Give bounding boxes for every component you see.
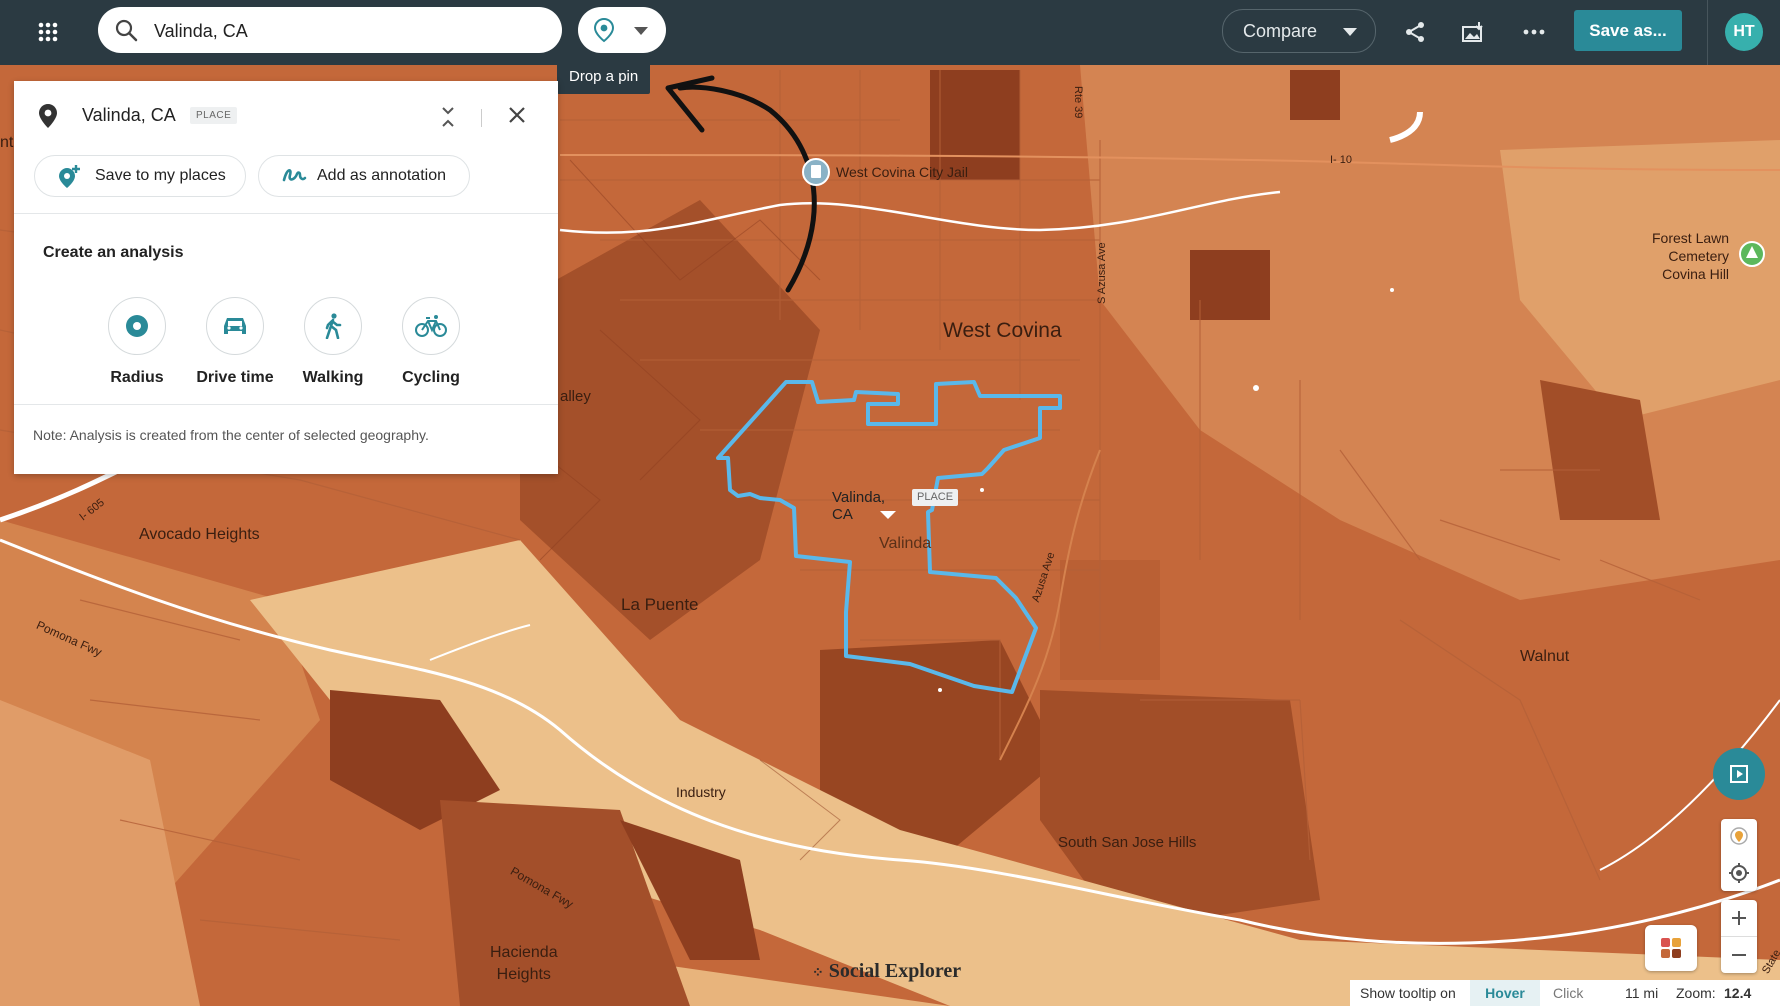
legend-button[interactable] <box>1645 925 1697 971</box>
search-box[interactable] <box>98 7 562 53</box>
place-type-badge: PLACE <box>190 107 238 124</box>
panel-divider <box>481 109 482 127</box>
save-as-button[interactable]: Save as... <box>1574 10 1682 51</box>
add-annotation-label: Add as annotation <box>317 167 446 184</box>
zoom-out-icon[interactable] <box>1721 936 1757 973</box>
social-explorer-logo: ⁘ Social Explorer <box>812 960 961 983</box>
map-label-la-puente: La Puente <box>621 595 699 614</box>
save-to-places-button[interactable]: Save to my places <box>34 155 246 197</box>
top-bar: Compare Save as... HT <box>0 0 1780 65</box>
chevron-down-icon[interactable] <box>634 27 648 35</box>
place-pin-icon <box>38 103 58 134</box>
save-to-places-label: Save to my places <box>95 167 226 184</box>
status-bar: Show tooltip on Hover Click 11 mi Zoom: … <box>1350 980 1780 1006</box>
radius-icon <box>108 297 166 355</box>
location-pin-icon <box>592 17 616 48</box>
create-analysis-heading: Create an analysis <box>43 244 184 261</box>
map-label-forest-lawn: Forest Lawn Cemetery Covina Hill <box>1652 230 1730 282</box>
place-panel: Valinda, CA PLACE Save to my places Add … <box>14 81 558 474</box>
map-label-industry: Industry <box>676 784 726 800</box>
radius-label: Radius <box>110 369 164 386</box>
map-label-walnut: Walnut <box>1520 648 1570 665</box>
radius-option[interactable]: Radius <box>97 297 177 387</box>
zoom-in-icon[interactable] <box>1721 900 1757 936</box>
export-image-icon[interactable] <box>1455 14 1491 50</box>
collapse-icon[interactable] <box>440 105 456 134</box>
bicycle-icon <box>402 297 460 355</box>
locate-controls <box>1721 819 1757 891</box>
click-toggle[interactable]: Click <box>1553 985 1583 1001</box>
map-label-hacienda-heights: Hacienda Heights <box>490 944 558 983</box>
map-label-edge-nt: nt <box>0 134 14 151</box>
map-label-valinda: Valinda <box>879 535 932 552</box>
analysis-note: Note: Analysis is created from the cente… <box>33 427 429 443</box>
compare-caret-icon <box>1343 28 1357 36</box>
map-label-i10: I- 10 <box>1330 154 1353 166</box>
add-place-icon <box>57 164 81 195</box>
map-label-jail: West Covina City Jail <box>836 164 969 180</box>
compare-dropdown[interactable]: Compare <box>1222 9 1376 53</box>
map-label-avocado-heights: Avocado Heights <box>139 526 260 543</box>
presentation-button[interactable] <box>1713 748 1765 800</box>
map-label-valley: alley <box>560 388 591 405</box>
zoom-value: 12.4 <box>1724 985 1752 1001</box>
logo-dots-icon: ⁘ <box>812 966 824 981</box>
walking-label: Walking <box>302 369 364 386</box>
hover-toggle[interactable]: Hover <box>1470 980 1540 1006</box>
panel-separator-2 <box>14 404 558 405</box>
walking-option[interactable]: Walking <box>293 297 373 387</box>
avatar[interactable]: HT <box>1725 13 1763 51</box>
walking-icon <box>304 297 362 355</box>
apps-grid-icon[interactable] <box>30 14 66 50</box>
zoom-controls <box>1721 900 1757 973</box>
map-label-south-san-jose-hills: South San Jose Hills <box>1058 834 1197 851</box>
add-annotation-button[interactable]: Add as annotation <box>258 155 470 197</box>
drive-time-option[interactable]: Drive time <box>195 297 275 387</box>
share-icon[interactable] <box>1397 14 1433 50</box>
map-label-rte39: Rte 39 <box>1072 86 1084 119</box>
annotation-icon <box>281 164 307 193</box>
map-label-west-covina: West Covina <box>943 319 1062 342</box>
location-search-icon[interactable] <box>1721 819 1757 855</box>
tooltip-mode-label: Show tooltip on <box>1360 985 1456 1001</box>
my-location-icon[interactable] <box>1721 855 1757 891</box>
place-title: Valinda, CA <box>82 105 176 125</box>
cycling-option[interactable]: Cycling <box>391 297 471 387</box>
drop-pin-tooltip: Drop a pin <box>557 60 651 94</box>
zoom-label: Zoom: <box>1676 985 1716 1001</box>
close-icon[interactable] <box>507 105 527 130</box>
selected-place-badge: PLACE <box>912 489 959 506</box>
drop-pin-button[interactable] <box>578 7 666 53</box>
legend-icon <box>1661 938 1681 958</box>
map-label-s-azusa: S Azusa Ave <box>1096 242 1108 304</box>
drive-time-label: Drive time <box>196 369 274 386</box>
selected-place-name: Valinda, CA <box>832 489 886 523</box>
car-icon <box>206 297 264 355</box>
more-icon[interactable] <box>1516 14 1552 50</box>
panel-separator <box>14 213 558 214</box>
play-panel-icon <box>1730 765 1748 783</box>
compare-label: Compare <box>1243 21 1318 41</box>
search-input[interactable] <box>152 15 546 47</box>
scale-label: 11 mi <box>1625 985 1659 1001</box>
watermark-text: Social Explorer <box>828 960 962 982</box>
search-icon <box>114 18 138 47</box>
toolbar-divider <box>1707 0 1708 65</box>
cycling-label: Cycling <box>402 369 460 386</box>
